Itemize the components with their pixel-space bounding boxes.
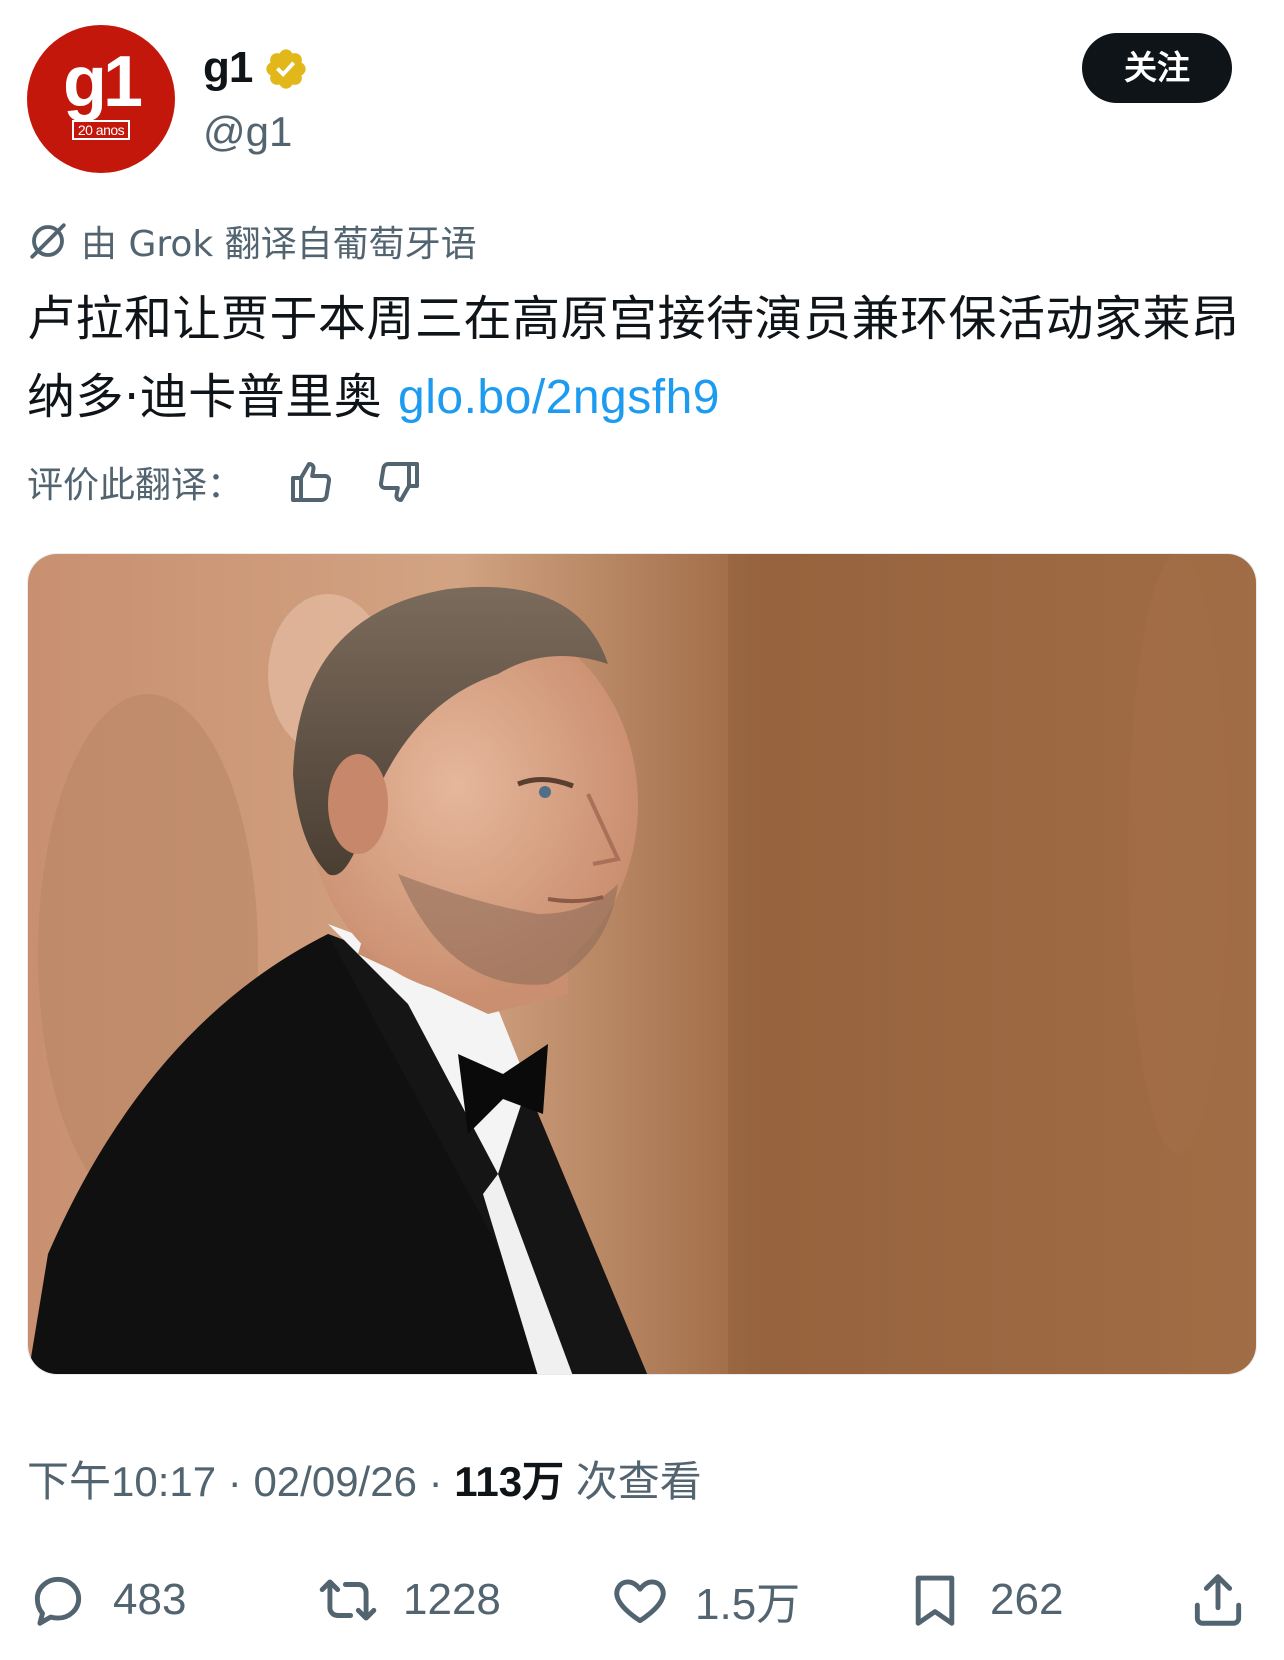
retweet-icon [319, 1579, 377, 1621]
grok-icon [30, 223, 66, 259]
tweet-time[interactable]: 下午10:17 [27, 1458, 216, 1505]
translation-notice: 由 Grok 翻译自葡萄牙语 [27, 214, 477, 268]
action-bar: 483 1228 1.5万 262 [27, 1565, 1257, 1635]
reply-icon [34, 1576, 82, 1626]
bookmark-button[interactable]: 262 [904, 1565, 1063, 1635]
meta-separator: · [227, 1458, 242, 1505]
tweet-date[interactable]: 02/09/26 [253, 1458, 417, 1505]
bookmark-count: 262 [990, 1575, 1064, 1624]
rate-translation: 评价此翻译： [27, 452, 423, 512]
verified-badge-icon [266, 49, 306, 89]
like-button[interactable]: 1.5万 [609, 1565, 800, 1635]
thumbs-down-icon[interactable] [375, 458, 423, 506]
tweet-meta: 下午10:17 · 02/09/26 · 113万 次查看 [27, 1452, 702, 1512]
retweet-count: 1228 [403, 1575, 501, 1624]
like-count: 1.5万 [695, 1580, 801, 1629]
avatar-logo-text: g1 [62, 42, 143, 122]
tweet-photo[interactable] [27, 553, 1257, 1375]
tweet-detail: g1 20 anos g1 @g1 关注 由 Grok 翻译自葡萄牙语 卢拉和让… [0, 0, 1284, 1660]
meta-separator: · [428, 1458, 443, 1505]
reply-button[interactable]: 483 [27, 1565, 186, 1635]
avatar-badge-text: 20 anos [71, 120, 131, 140]
tweet-link[interactable]: glo.bo/2ngsfh9 [398, 371, 720, 424]
translation-notice-text: 由 Grok 翻译自葡萄牙语 [81, 224, 477, 265]
handle[interactable]: @g1 [203, 106, 292, 158]
retweet-button[interactable]: 1228 [317, 1565, 501, 1635]
like-icon [614, 1579, 666, 1624]
avatar[interactable]: g1 20 anos [27, 25, 175, 173]
views-label: 次查看 [575, 1458, 702, 1505]
bookmark-icon [915, 1575, 955, 1626]
display-name[interactable]: g1 [203, 40, 253, 96]
rate-translation-label: 评价此翻译： [27, 465, 244, 506]
thumbs-up-icon[interactable] [287, 458, 335, 506]
share-icon [1194, 1574, 1242, 1626]
tweet-text: 卢拉和让贾于本周三在高原宫接待演员兼环保活动家莱昂纳多·迪卡普里奥 glo.bo… [27, 280, 1257, 437]
photo-illustration [28, 554, 1256, 1374]
views-count: 113万 [454, 1458, 565, 1505]
share-button[interactable] [1187, 1565, 1249, 1635]
follow-button[interactable]: 关注 [1082, 33, 1232, 103]
reply-count: 483 [113, 1575, 187, 1624]
